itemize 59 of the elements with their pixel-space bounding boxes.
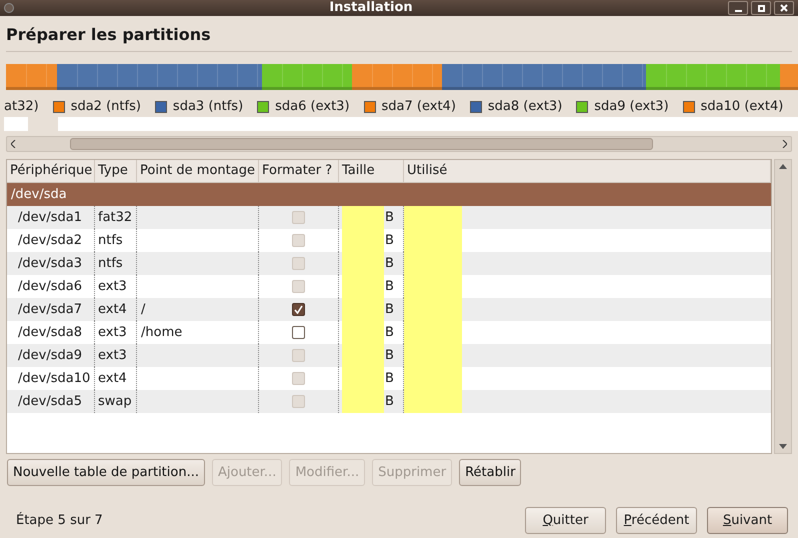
step-indicator: Étape 5 sur 7 [16,511,104,530]
close-icon[interactable] [774,1,794,15]
scroll-up-icon[interactable] [779,164,787,169]
partition-row[interactable]: /dev/sda7 ext4 / B [7,298,771,321]
legend-label: sda7 (ext4) [382,99,456,115]
table-cell-text: B [385,346,394,365]
table-cell: /dev/sda5 [7,390,95,413]
column-header[interactable]: Formater ? [259,160,339,182]
nav-button[interactable]: Suivant [707,507,788,534]
legend-label: sda3 (ntfs) [172,99,244,115]
column-header[interactable]: Périphérique [7,160,95,182]
table-cell-text: B [385,278,394,296]
redaction-block [342,390,384,413]
legend-label: sda8 (ext3) [488,99,562,115]
redaction-block [342,206,384,229]
minimize-icon[interactable] [728,1,748,15]
checkmark-icon [294,305,303,314]
legend-label: sda6 (ext3) [275,99,350,115]
table-cell-text: B [385,324,394,342]
column-header[interactable]: Utilisé [404,160,771,182]
partition-row[interactable]: /dev/sda3 ntfs B [7,252,771,275]
column-header[interactable]: Type [95,160,137,182]
partition-row[interactable]: /dev/sda5 swap B [7,390,771,413]
legend-label: sda2 (ntfs) [70,99,141,115]
horizontal-scrollbar[interactable] [6,136,792,152]
partition-row[interactable]: /dev/sda9 ext3 B [7,344,771,367]
table-cell: / [141,302,146,317]
vertical-scrollbar[interactable] [774,159,792,454]
format-checkbox[interactable] [292,326,305,339]
column-header[interactable]: Point de montage [137,160,259,182]
redaction-block [4,117,28,131]
window-menu-icon[interactable] [4,3,14,13]
legend-label: sda9 (ext3) [594,99,669,115]
column-header[interactable]: Taille [339,160,404,182]
legend-label: at32) [4,99,39,115]
maximize-icon[interactable] [751,1,771,15]
nav-button[interactable]: Précédent [616,507,697,534]
table-cell-text: B [385,254,394,273]
disk-row-cell[interactable]: /dev/sda [7,183,71,206]
table-cell: swap [95,390,137,413]
redaction-block [404,206,462,229]
action-button[interactable]: Rétablir [459,459,522,486]
table-cell: /home [141,325,182,340]
action-button[interactable]: Nouvelle table de partition... [7,459,205,486]
scroll-right-icon[interactable] [782,140,787,148]
nav-button[interactable]: Quitter [525,507,606,534]
scroll-left-icon[interactable] [11,140,16,148]
page-heading: Préparer les partitions [6,25,212,45]
table-cell-text: B [385,208,394,227]
scrollbar-thumb[interactable] [70,138,653,150]
table-cell-text: B [385,232,394,250]
table-cell-text: B [385,370,394,388]
redaction-block [404,390,462,413]
table-cell-text: B [385,392,394,411]
table-cell-text: B [385,300,394,319]
window-title: Installation [328,0,414,16]
partition-row[interactable]: /dev/sda1 fat32 B [7,206,771,229]
scroll-down-icon[interactable] [779,444,787,449]
legend-label: sda10 (ext4) [700,99,784,115]
